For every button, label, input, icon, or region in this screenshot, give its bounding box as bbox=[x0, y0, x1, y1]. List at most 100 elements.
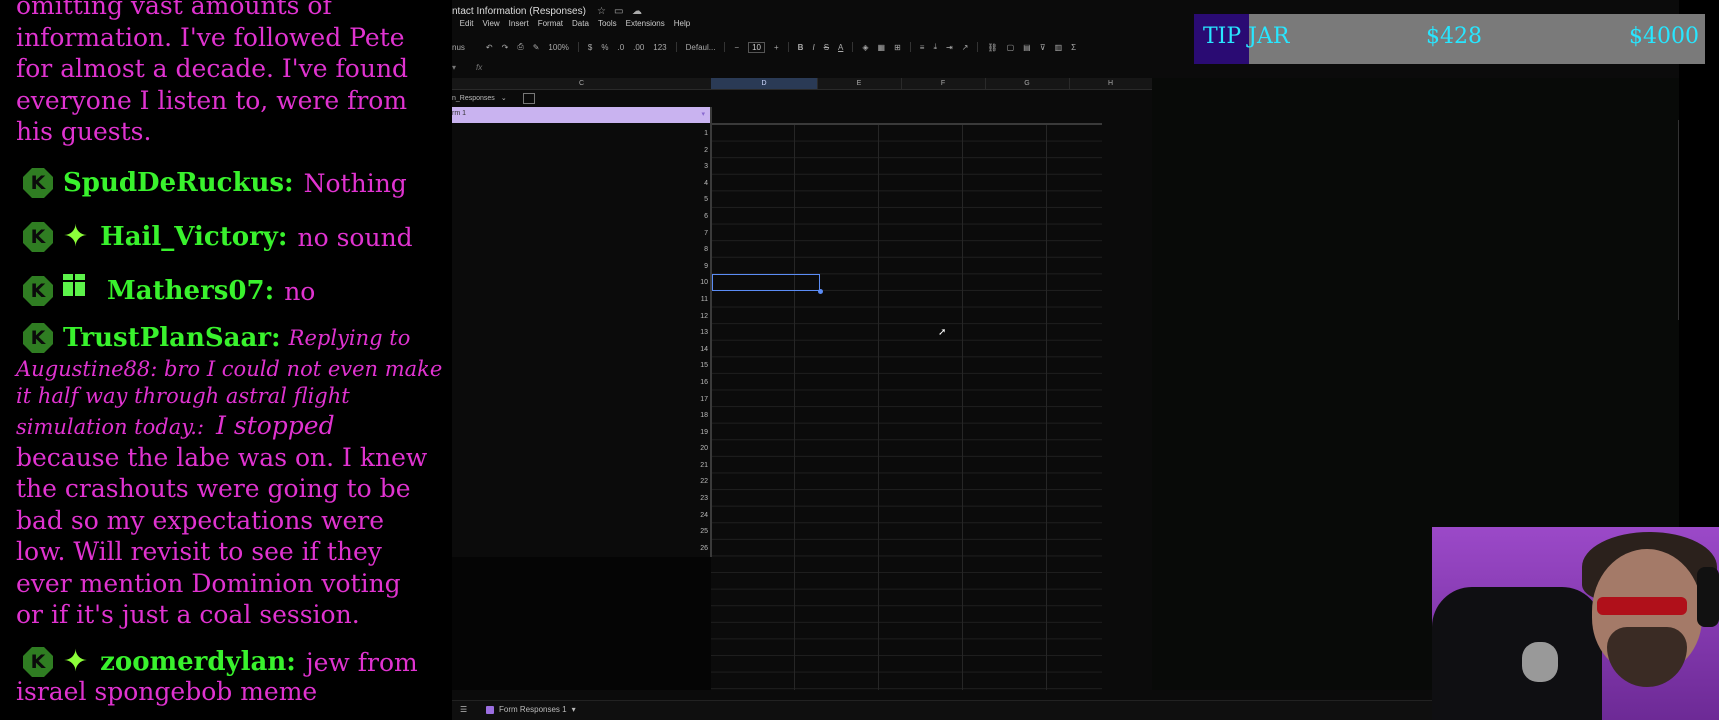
cell-grid[interactable] bbox=[711, 125, 1102, 690]
row-number[interactable]: 16 bbox=[652, 375, 708, 392]
percent-button[interactable]: % bbox=[601, 43, 608, 52]
row-number[interactable]: 24 bbox=[652, 508, 708, 525]
filter-views-icon[interactable]: ▥ bbox=[1055, 43, 1063, 52]
menu-bar: · Edit View Insert Format Data Tools Ext… bbox=[452, 19, 691, 28]
row-number[interactable]: 17 bbox=[652, 392, 708, 409]
chat-text-line: israel spongebob meme bbox=[16, 677, 318, 706]
filter-dropdown-icon[interactable]: ▾ bbox=[701, 110, 705, 118]
font-select[interactable]: Defaul... bbox=[686, 43, 716, 52]
column-headers: C D E F G H bbox=[452, 78, 1153, 90]
sheet-tab-form-responses[interactable]: Form Responses 1 ▾ bbox=[486, 705, 576, 714]
menu-extensions[interactable]: Extensions bbox=[626, 19, 665, 28]
italic-button[interactable]: I bbox=[812, 43, 814, 52]
row-numbers: 1 2 3 4 5 6 7 8 9 10 11 12 13 14 15 16 1… bbox=[652, 126, 708, 557]
row-number[interactable]: 18 bbox=[652, 408, 708, 425]
borders-icon[interactable]: ▦ bbox=[878, 43, 886, 52]
wrap-icon[interactable]: ⇥ bbox=[946, 43, 953, 52]
row-number[interactable]: 8 bbox=[652, 242, 708, 259]
chevron-down-icon[interactable]: ⌄ bbox=[501, 94, 507, 102]
row-number[interactable]: 22 bbox=[652, 474, 708, 491]
row-number[interactable]: 7 bbox=[652, 226, 708, 243]
font-size-input[interactable]: 10 bbox=[748, 41, 765, 53]
column-header-f[interactable]: F bbox=[901, 78, 986, 89]
kick-badge-icon: K bbox=[23, 323, 53, 353]
row-number[interactable]: 1 bbox=[652, 126, 708, 143]
all-sheets-menu-icon[interactable]: ☰ bbox=[460, 705, 467, 714]
menu-data[interactable]: Data bbox=[572, 19, 589, 28]
fill-color-icon[interactable]: ◈ bbox=[862, 43, 868, 52]
functions-button[interactable]: Σ bbox=[1071, 43, 1076, 52]
row-number[interactable]: 15 bbox=[652, 358, 708, 375]
row-number[interactable]: 9 bbox=[652, 259, 708, 276]
column-header-d[interactable]: D bbox=[711, 78, 818, 89]
selected-cell[interactable] bbox=[712, 274, 823, 294]
folder-icon[interactable]: ▭ bbox=[614, 6, 623, 17]
chat-text-line: ever mention Dominion voting bbox=[16, 568, 401, 598]
filter-icon[interactable]: ⊽ bbox=[1040, 43, 1046, 52]
chat-username: Hail_Victory: bbox=[100, 222, 288, 252]
menu-insert[interactable]: Insert bbox=[509, 19, 529, 28]
paint-format-icon[interactable]: ✎ bbox=[533, 43, 540, 52]
row-number[interactable]: 6 bbox=[652, 209, 708, 226]
font-size-increase-icon[interactable]: + bbox=[774, 43, 779, 52]
row-number[interactable]: 13 bbox=[652, 325, 708, 342]
bold-button[interactable]: B bbox=[798, 43, 804, 52]
row-number[interactable]: 3 bbox=[652, 159, 708, 176]
strikethrough-button[interactable]: S bbox=[824, 43, 829, 52]
comment-icon[interactable]: ▢ bbox=[1007, 43, 1015, 52]
menu-tools[interactable]: Tools bbox=[598, 19, 617, 28]
menus-button[interactable]: nus bbox=[452, 43, 465, 52]
column-header-c[interactable]: C bbox=[452, 78, 712, 89]
row-number[interactable]: 21 bbox=[652, 458, 708, 475]
star-icon[interactable]: ☆ bbox=[597, 6, 606, 17]
zoom-select[interactable]: 100% bbox=[548, 43, 568, 52]
menu-help[interactable]: Help bbox=[674, 19, 690, 28]
chair bbox=[1432, 587, 1602, 720]
link-icon[interactable]: ⛓ bbox=[987, 43, 997, 52]
menu-view[interactable]: View bbox=[482, 19, 499, 28]
row-number[interactable]: 11 bbox=[652, 292, 708, 309]
print-icon[interactable]: ⎙ bbox=[517, 42, 523, 52]
chat-username: TrustPlanSaar: bbox=[63, 323, 281, 353]
table-group-header[interactable]: rm 1 ▾ bbox=[452, 107, 711, 123]
menu-edit[interactable]: Edit bbox=[460, 19, 474, 28]
vertical-scrollbar[interactable] bbox=[1678, 120, 1679, 320]
table-icon[interactable] bbox=[522, 92, 535, 104]
table-name: n_Responses bbox=[452, 94, 495, 102]
row-number[interactable]: 19 bbox=[652, 425, 708, 442]
row-number[interactable]: 2 bbox=[652, 143, 708, 160]
undo-icon[interactable]: ↶ bbox=[486, 43, 493, 52]
number-format-button[interactable]: 123 bbox=[653, 43, 666, 52]
redo-icon[interactable]: ↷ bbox=[502, 43, 509, 52]
currency-button[interactable]: $ bbox=[588, 43, 592, 52]
chat-panel: omitting vast amounts of information. I'… bbox=[0, 0, 452, 720]
group-label: rm 1 bbox=[452, 110, 466, 117]
row-number[interactable]: 20 bbox=[652, 441, 708, 458]
chart-icon[interactable]: ▤ bbox=[1023, 43, 1031, 52]
rotate-icon[interactable]: ↗ bbox=[962, 43, 969, 52]
formula-bar[interactable]: ▾ fx bbox=[452, 63, 482, 72]
valign-icon[interactable]: ⤓ bbox=[933, 42, 937, 52]
kick-badge-icon: K bbox=[23, 276, 53, 306]
column-header-h[interactable]: H bbox=[1069, 78, 1153, 89]
decrease-decimals-button[interactable]: .0 bbox=[617, 43, 624, 52]
row-number[interactable]: 10 bbox=[652, 275, 708, 292]
increase-decimals-button[interactable]: .00 bbox=[633, 43, 644, 52]
table-name-chip[interactable]: n_Responses ⌄ bbox=[452, 91, 535, 105]
column-header-e[interactable]: E bbox=[817, 78, 902, 89]
row-number[interactable]: 14 bbox=[652, 342, 708, 359]
row-number[interactable]: 25 bbox=[652, 524, 708, 541]
merge-cells-icon[interactable]: ⊞ bbox=[894, 43, 901, 52]
row-number[interactable]: 12 bbox=[652, 309, 708, 326]
chevron-down-icon[interactable]: ▾ bbox=[572, 705, 576, 714]
menu-format[interactable]: Format bbox=[538, 19, 563, 28]
column-header-g[interactable]: G bbox=[985, 78, 1070, 89]
document-title[interactable]: ntact Information (Responses) bbox=[452, 6, 586, 17]
align-icon[interactable]: ≡ bbox=[920, 43, 925, 52]
row-number[interactable]: 23 bbox=[652, 491, 708, 508]
font-size-decrease-icon[interactable]: − bbox=[734, 43, 739, 52]
row-number[interactable]: 5 bbox=[652, 192, 708, 209]
row-number[interactable]: 26 bbox=[652, 541, 708, 558]
text-color-button[interactable]: A bbox=[838, 43, 843, 52]
row-number[interactable]: 4 bbox=[652, 176, 708, 193]
